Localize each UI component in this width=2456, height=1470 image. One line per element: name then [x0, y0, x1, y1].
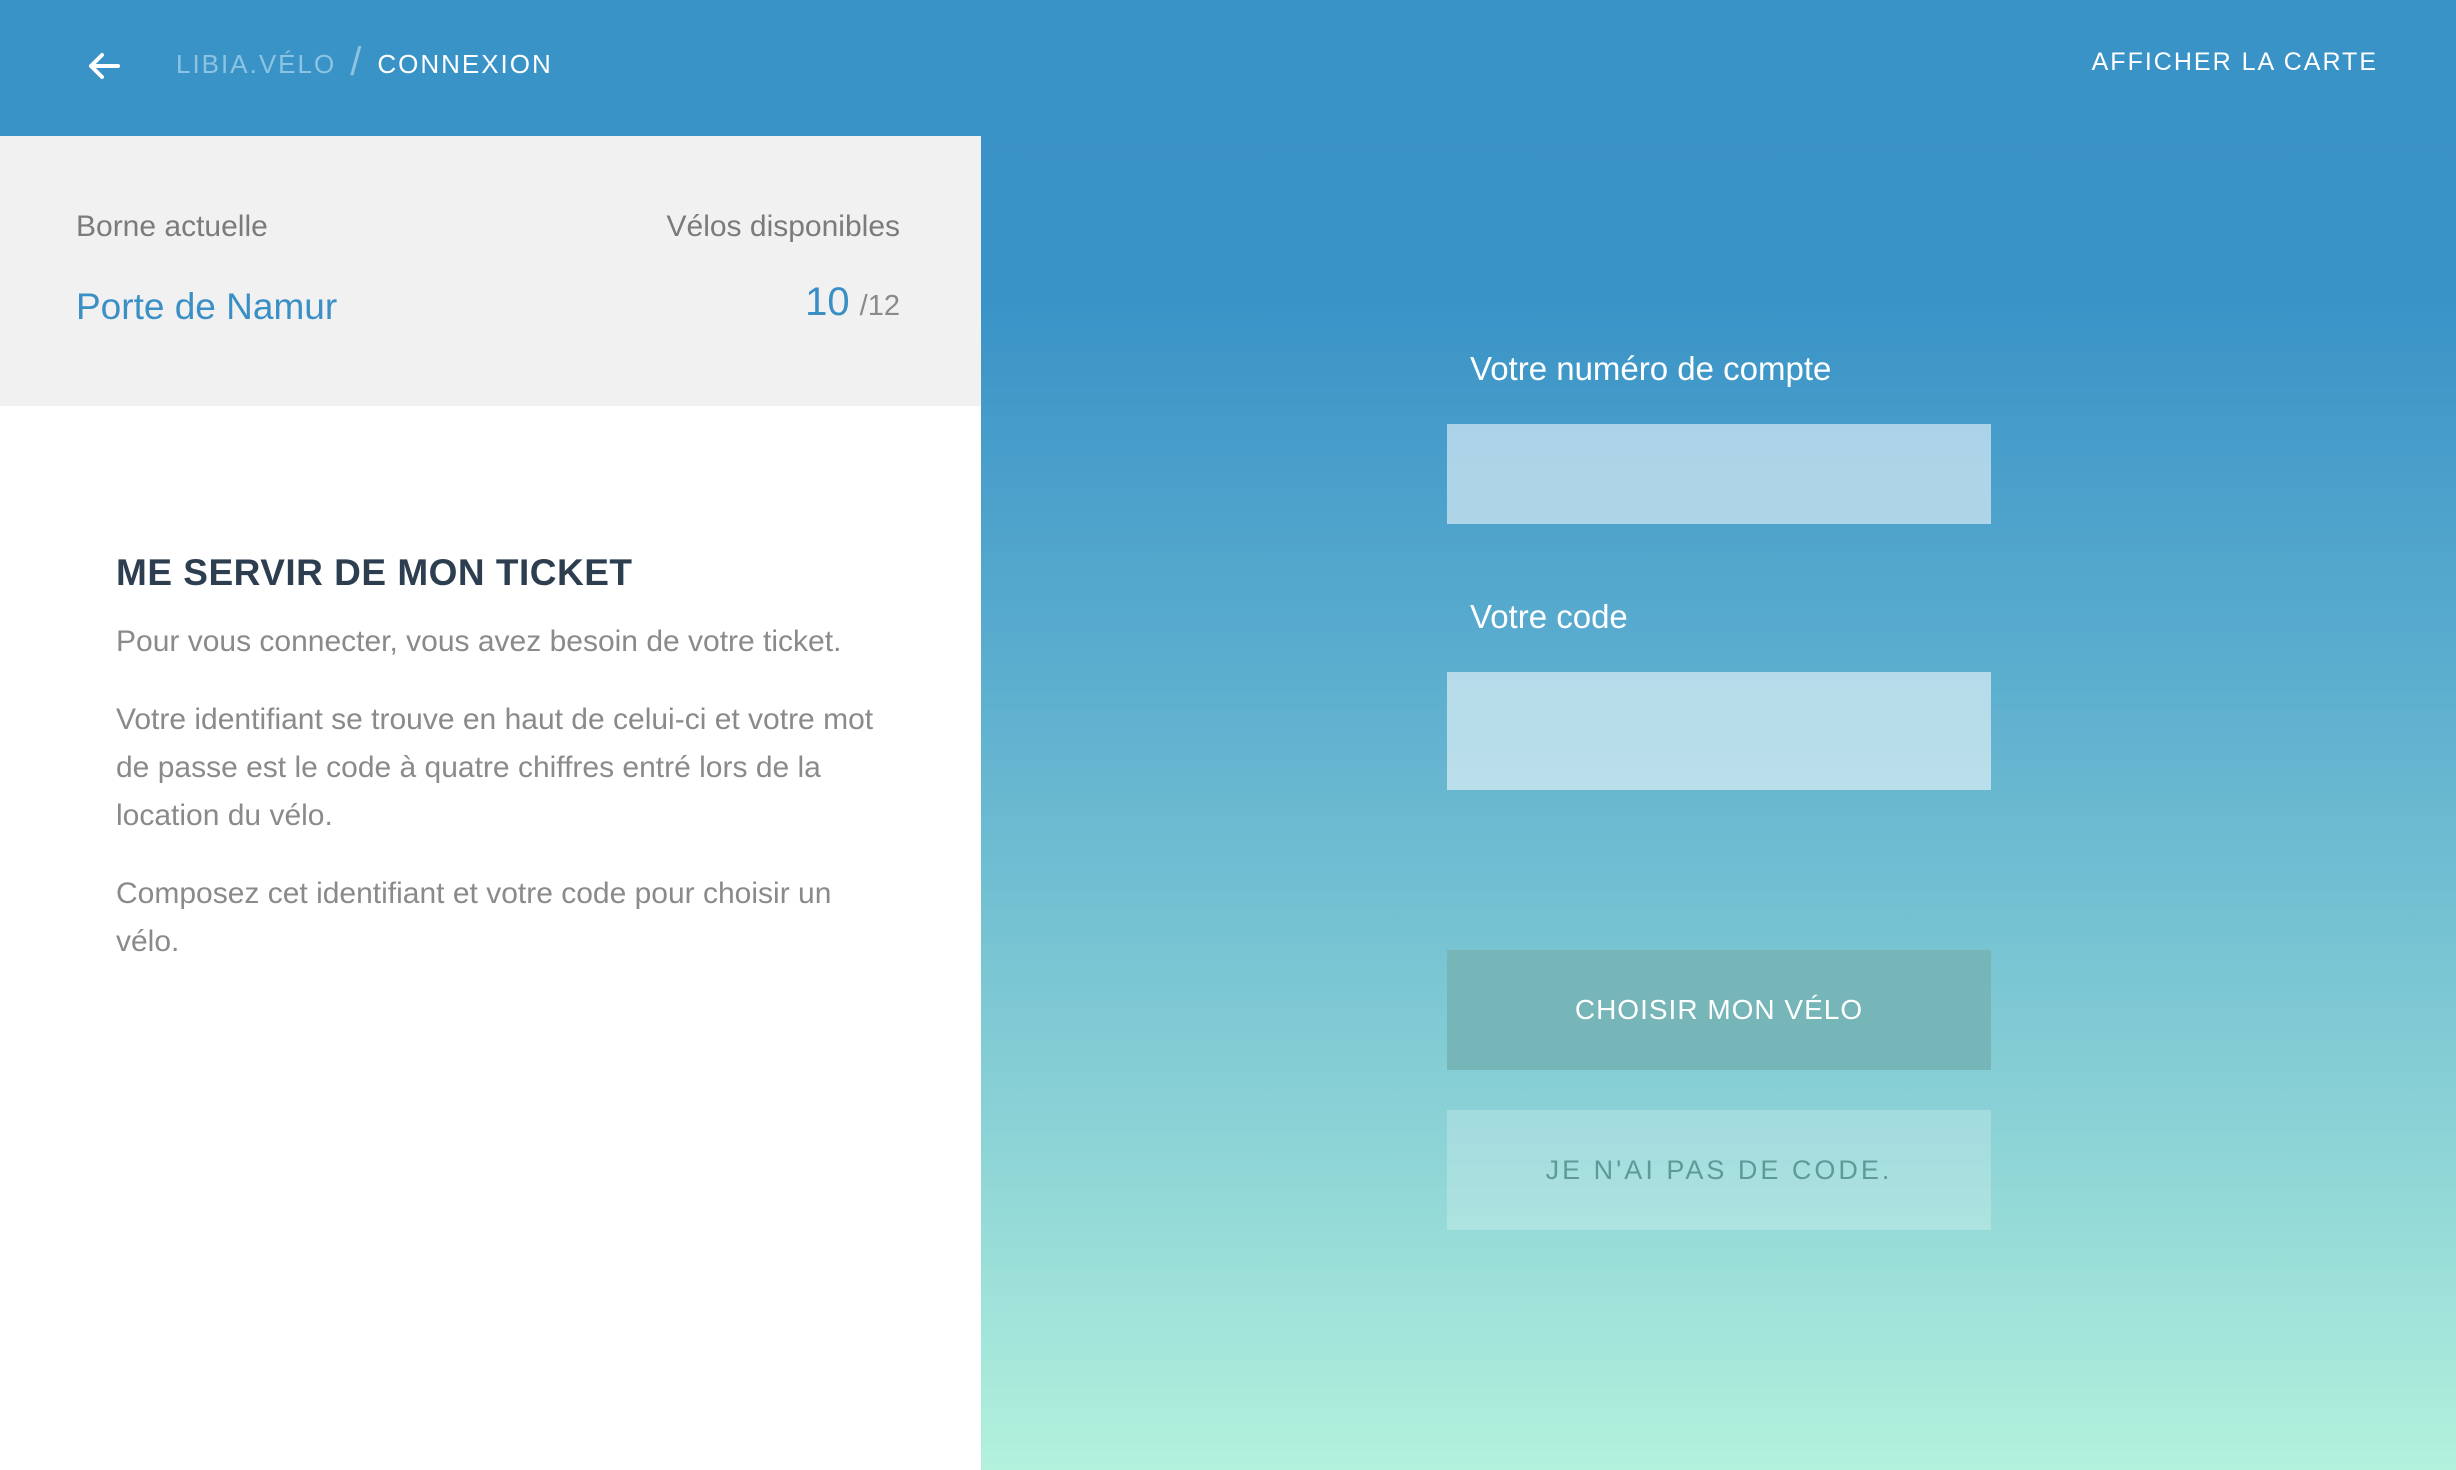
- bikes-available-value: 10: [805, 280, 850, 324]
- instructions-paragraph: Votre identifiant se trouve en haut de c…: [116, 703, 874, 832]
- breadcrumb-separator: /: [350, 40, 364, 84]
- bikes-total-value: /12: [859, 290, 900, 322]
- station-name: Porte de Namur: [76, 286, 338, 327]
- code-label: Votre code: [1470, 598, 1628, 635]
- arrow-left-icon: [89, 53, 120, 79]
- bikes-available-label: Vélos disponibles: [666, 210, 900, 243]
- app-header: LIBIA.VÉLO / CONNEXION AFFICHER LA CARTE: [0, 0, 2456, 136]
- choose-bike-button[interactable]: CHOISIR MON VÉLO: [1447, 950, 1991, 1070]
- code-input[interactable]: [1447, 672, 1991, 790]
- account-number-label: Votre numéro de compte: [1470, 350, 1832, 387]
- breadcrumb-root[interactable]: LIBIA.VÉLO: [176, 49, 336, 80]
- instructions-paragraph: Composez cet identifiant et votre code p…: [116, 877, 832, 958]
- bikes-count: 10 /12: [805, 280, 900, 325]
- account-number-input[interactable]: [1447, 424, 1991, 524]
- instructions-title: ME SERVIR DE MON TICKET: [116, 552, 633, 593]
- no-code-button[interactable]: JE N'AI PAS DE CODE.: [1447, 1110, 1991, 1230]
- back-button[interactable]: [82, 44, 126, 88]
- breadcrumb-current: CONNEXION: [377, 48, 553, 79]
- ticket-instructions: ME SERVIR DE MON TICKET Pour vous connec…: [116, 552, 876, 996]
- show-map-link[interactable]: AFFICHER LA CARTE: [2092, 48, 2378, 77]
- station-label: Borne actuelle: [76, 210, 268, 243]
- instructions-paragraph: Pour vous connecter, vous avez besoin de…: [116, 625, 842, 658]
- breadcrumb: LIBIA.VÉLO / CONNEXION: [176, 40, 553, 84]
- station-card: Borne actuelle Vélos disponibles Porte d…: [0, 136, 981, 406]
